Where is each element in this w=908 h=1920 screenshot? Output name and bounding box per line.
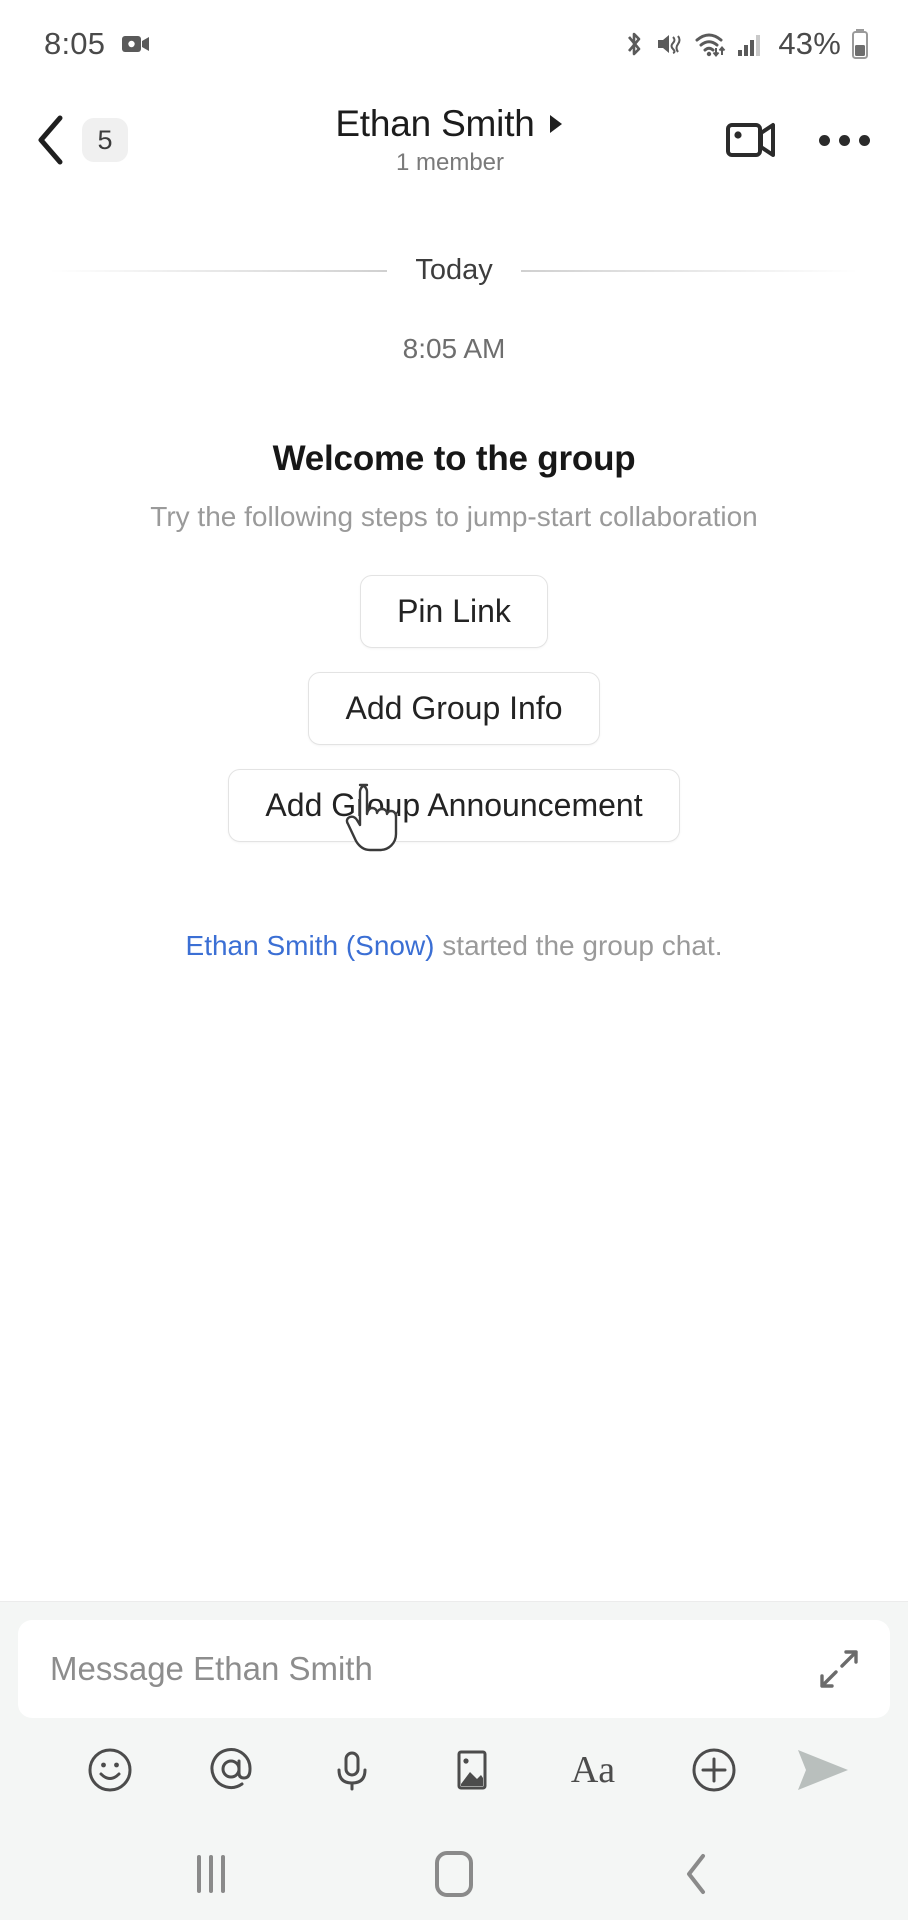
video-recording-icon bbox=[121, 32, 151, 56]
video-camera-icon[interactable] bbox=[725, 118, 779, 162]
recents-icon[interactable] bbox=[151, 1839, 271, 1909]
status-bar: 8:05 43% bbox=[0, 0, 908, 88]
day-divider-label: Today bbox=[415, 254, 493, 286]
system-message-actor[interactable]: Ethan Smith (Snow) bbox=[186, 930, 435, 961]
add-attachment-icon[interactable] bbox=[653, 1745, 774, 1795]
message-composer: Message Ethan Smith Aa bbox=[0, 1601, 908, 1828]
send-icon[interactable] bbox=[792, 1744, 854, 1796]
pin-link-button[interactable]: Pin Link bbox=[360, 575, 548, 648]
message-list: Today 8:05 AM Welcome to the group Try t… bbox=[0, 192, 908, 1601]
android-nav-bar bbox=[0, 1828, 908, 1920]
divider-line-left bbox=[50, 269, 388, 272]
expand-compose-icon[interactable] bbox=[816, 1646, 862, 1692]
header-right bbox=[684, 118, 874, 162]
system-message: Ethan Smith (Snow) started the group cha… bbox=[0, 930, 908, 962]
header-left: 5 bbox=[26, 109, 216, 171]
chat-header: 5 Ethan Smith 1 member bbox=[0, 88, 908, 192]
message-timestamp: 8:05 AM bbox=[402, 333, 506, 364]
back-chevron-icon[interactable] bbox=[26, 109, 76, 171]
emoji-icon[interactable] bbox=[50, 1745, 171, 1795]
header-title-block[interactable]: Ethan Smith 1 member bbox=[216, 103, 684, 177]
chat-screen: 8:05 43% 5 Ethan Smith 1 member Today 8:… bbox=[0, 0, 908, 1920]
more-options-icon[interactable] bbox=[815, 125, 874, 156]
nav-back-icon[interactable] bbox=[637, 1839, 757, 1909]
home-icon[interactable] bbox=[394, 1839, 514, 1909]
welcome-subtitle: Try the following steps to jump-start co… bbox=[150, 501, 758, 532]
add-group-announcement-button[interactable]: Add Group Announcement bbox=[228, 769, 680, 842]
battery-percent: 43% bbox=[778, 26, 841, 61]
header-title-row[interactable]: Ethan Smith bbox=[335, 103, 564, 145]
image-icon[interactable] bbox=[412, 1745, 533, 1795]
welcome-card: Welcome to the group Try the following s… bbox=[0, 439, 908, 533]
mention-icon[interactable] bbox=[171, 1745, 292, 1795]
composer-toolbar: Aa bbox=[18, 1718, 890, 1822]
text-format-label: Aa bbox=[570, 1749, 616, 1791]
status-bar-right: 43% bbox=[622, 26, 870, 62]
add-group-info-button[interactable]: Add Group Info bbox=[308, 672, 600, 745]
welcome-title: Welcome to the group bbox=[272, 439, 636, 478]
microphone-icon[interactable] bbox=[291, 1745, 412, 1795]
welcome-actions: Pin Link Add Group Info Add Group Announ… bbox=[0, 575, 908, 842]
page-title: Ethan Smith bbox=[335, 103, 535, 144]
wifi-icon bbox=[694, 29, 728, 59]
member-count: 1 member bbox=[395, 149, 505, 176]
cellular-signal-icon bbox=[737, 29, 763, 59]
divider-line-right bbox=[520, 269, 859, 272]
status-bar-left: 8:05 bbox=[44, 26, 151, 62]
unread-count-badge[interactable]: 5 bbox=[82, 118, 128, 162]
message-input-wrapper[interactable]: Message Ethan Smith bbox=[18, 1620, 890, 1718]
sound-mute-vibrate-icon bbox=[655, 29, 685, 59]
message-input[interactable]: Message Ethan Smith bbox=[50, 1650, 816, 1688]
text-format-icon[interactable]: Aa bbox=[533, 1748, 654, 1792]
battery-icon bbox=[850, 28, 870, 60]
system-message-text: started the group chat. bbox=[434, 930, 723, 961]
day-divider: Today bbox=[0, 254, 908, 287]
expand-triangle-icon[interactable] bbox=[547, 113, 565, 135]
status-time: 8:05 bbox=[44, 26, 106, 61]
bluetooth-icon bbox=[622, 29, 646, 59]
